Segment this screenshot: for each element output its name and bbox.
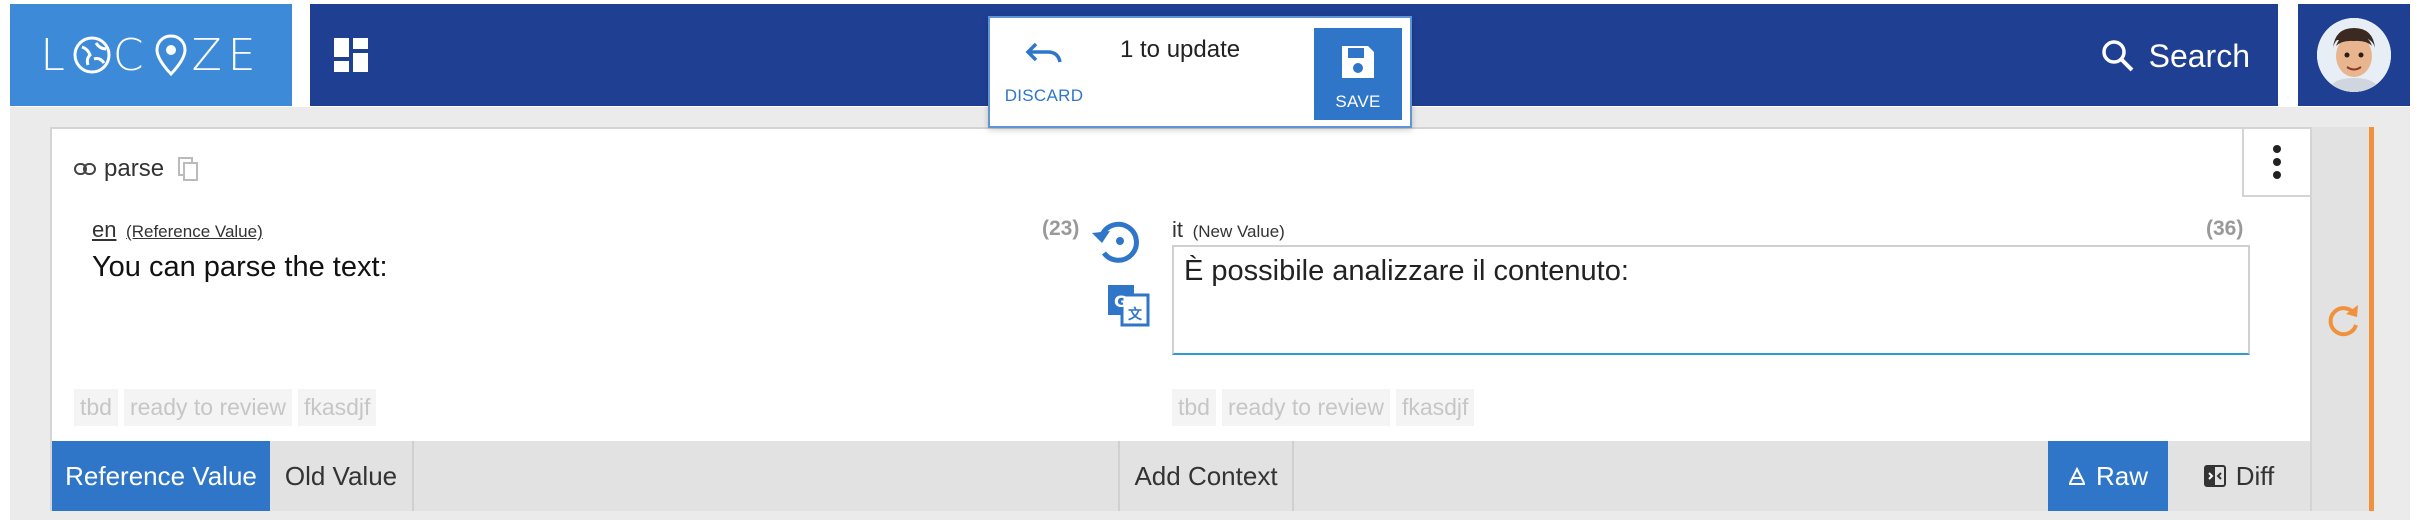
tab-reference-value[interactable]: Reference Value: [52, 441, 270, 511]
svg-text:文: 文: [1128, 306, 1143, 323]
dashboard-icon[interactable]: [334, 38, 368, 72]
diff-button[interactable]: Diff: [2170, 441, 2308, 511]
user-menu[interactable]: [2298, 4, 2410, 106]
refresh-icon[interactable]: [2324, 301, 2362, 339]
update-count: 1 to update: [1120, 36, 1241, 63]
reference-text: You can parse the text:: [92, 251, 388, 283]
search-button[interactable]: Search: [2101, 32, 2250, 80]
tag[interactable]: fkasdjf: [297, 389, 377, 426]
google-translate-icon: G 文: [1108, 285, 1150, 327]
discard-label: DISCARD: [1004, 86, 1084, 105]
raw-label: Raw: [2095, 460, 2148, 491]
kebab-menu-icon: [2273, 145, 2281, 179]
save-label: SAVE: [1335, 92, 1381, 111]
link-icon: [74, 163, 96, 175]
reference-tags: tbd ready to review fkasdjf: [74, 389, 377, 426]
map-pin-icon: [150, 34, 192, 76]
svg-text:G: G: [1114, 292, 1127, 311]
target-lang: it: [1172, 217, 1183, 242]
restore-icon: [1092, 221, 1139, 263]
undo-icon: [1025, 42, 1062, 63]
raw-icon: [2068, 467, 2085, 485]
tag[interactable]: fkasdjf: [1395, 389, 1475, 426]
globe-icon: [71, 34, 113, 76]
editor-workspace: parse en (Reference Value) (23) You can …: [10, 107, 2410, 520]
search-label: Search: [2148, 37, 2250, 74]
diff-label: Diff: [2235, 460, 2275, 491]
segment-status-strip: [2312, 127, 2374, 511]
target-header: it (New Value): [1172, 217, 1285, 243]
pending-changes-popup: DISCARD 1 to update SAVE: [988, 16, 1412, 128]
bottom-toolbar: Reference Value Old Value Add Context Ra…: [52, 441, 2310, 511]
diff-icon: [2203, 465, 2226, 487]
avatar[interactable]: [2317, 18, 2391, 92]
logo[interactable]: L C ZE: [10, 4, 292, 106]
translation-input[interactable]: [1172, 245, 2250, 355]
floppy-disk-icon: [1342, 46, 1374, 78]
segment-key: parse: [74, 155, 199, 183]
key-name: parse: [104, 155, 165, 182]
tag[interactable]: tbd: [1172, 389, 1216, 426]
reference-header: en (Reference Value): [92, 217, 263, 243]
target-tags: tbd ready to review fkasdjf: [1172, 389, 1475, 426]
app-root: L C ZE Search DISCARD 1 to update SAVE p…: [0, 0, 2424, 520]
tag[interactable]: ready to review: [1221, 389, 1390, 426]
save-button[interactable]: SAVE: [1314, 28, 1402, 120]
raw-button[interactable]: Raw: [2048, 441, 2168, 511]
target-char-count: (36): [2206, 217, 2244, 240]
segment-card: parse en (Reference Value) (23) You can …: [50, 127, 2312, 511]
copy-icon[interactable]: [178, 157, 199, 181]
discard-button[interactable]: DISCARD: [1004, 38, 1084, 124]
reference-label[interactable]: (Reference Value): [126, 222, 263, 241]
target-label: (New Value): [1192, 222, 1285, 241]
tag[interactable]: ready to review: [123, 389, 292, 426]
more-options-button[interactable]: [2242, 129, 2310, 197]
add-context-button[interactable]: Add Context: [1118, 441, 1294, 511]
search-icon: [2101, 40, 2134, 72]
machine-translate-button[interactable]: G 文: [1106, 283, 1150, 327]
tab-old-value[interactable]: Old Value: [270, 441, 414, 511]
logo-wordmark: L C ZE: [40, 29, 262, 81]
restore-button[interactable]: [1088, 213, 1144, 269]
reference-lang[interactable]: en: [92, 217, 116, 242]
reference-char-count: (23): [1042, 217, 1080, 240]
tag[interactable]: tbd: [74, 389, 118, 426]
